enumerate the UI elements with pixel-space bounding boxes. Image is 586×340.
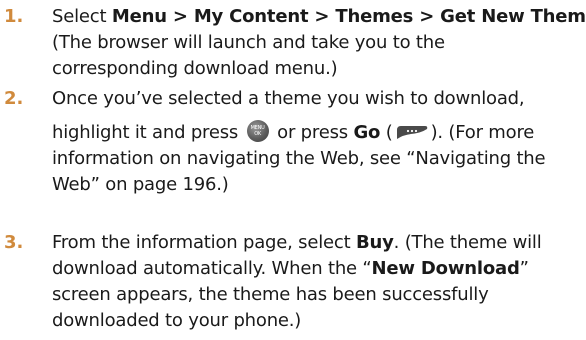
step-number: 1. bbox=[4, 6, 24, 27]
text-line: information on navigating the Web, see “… bbox=[52, 148, 546, 169]
icon-text: OK bbox=[254, 131, 262, 137]
text-line: Web” on page 196.) bbox=[52, 174, 229, 195]
text-line: Once you’ve selected a theme you wish to… bbox=[52, 88, 525, 109]
text-run: ( bbox=[380, 122, 393, 143]
text-line: From the information page, select Buy. (… bbox=[52, 230, 578, 256]
menu-ok-key-icon: MENU OK bbox=[246, 120, 269, 142]
left-softkey-icon bbox=[396, 126, 427, 139]
text-line: highlight it and press MENU OK or press G… bbox=[52, 120, 578, 146]
step-number: 3. bbox=[4, 232, 24, 253]
screen-name: New Download bbox=[371, 258, 520, 279]
text-run: From the information page, select bbox=[52, 232, 356, 253]
go-key-label: Go bbox=[353, 122, 381, 143]
menu-path: Menu > My Content > Themes > Get New The… bbox=[111, 6, 586, 27]
text-run: highlight it and press bbox=[52, 122, 244, 143]
text-run: Select bbox=[52, 6, 112, 27]
text-run: . (The theme will bbox=[393, 232, 542, 253]
text-line: screen appears, the theme has been succe… bbox=[52, 284, 489, 305]
document-page: 1. Select Menu > My Content > Themes > G… bbox=[0, 0, 586, 340]
text-line: download automatically. When the “New Do… bbox=[52, 256, 578, 282]
text-run: or press bbox=[271, 122, 354, 143]
text-line: (The browser will launch and take you to… bbox=[52, 32, 445, 53]
step-number: 2. bbox=[4, 88, 24, 109]
step-text: From the information page, select Buy. (… bbox=[52, 230, 578, 334]
text-line: corresponding download menu.) bbox=[52, 58, 338, 79]
step-text: Once you’ve selected a theme you wish to… bbox=[52, 86, 578, 198]
buy-option: Buy bbox=[356, 232, 394, 253]
text-run: download automatically. When the “ bbox=[52, 258, 372, 279]
text-line: Select Menu > My Content > Themes > Get … bbox=[52, 4, 586, 30]
text-run: ). (For more bbox=[430, 122, 535, 143]
text-run: ” bbox=[519, 258, 529, 279]
text-line: downloaded to your phone.) bbox=[52, 310, 302, 331]
step-text: Select Menu > My Content > Themes > Get … bbox=[52, 4, 586, 82]
